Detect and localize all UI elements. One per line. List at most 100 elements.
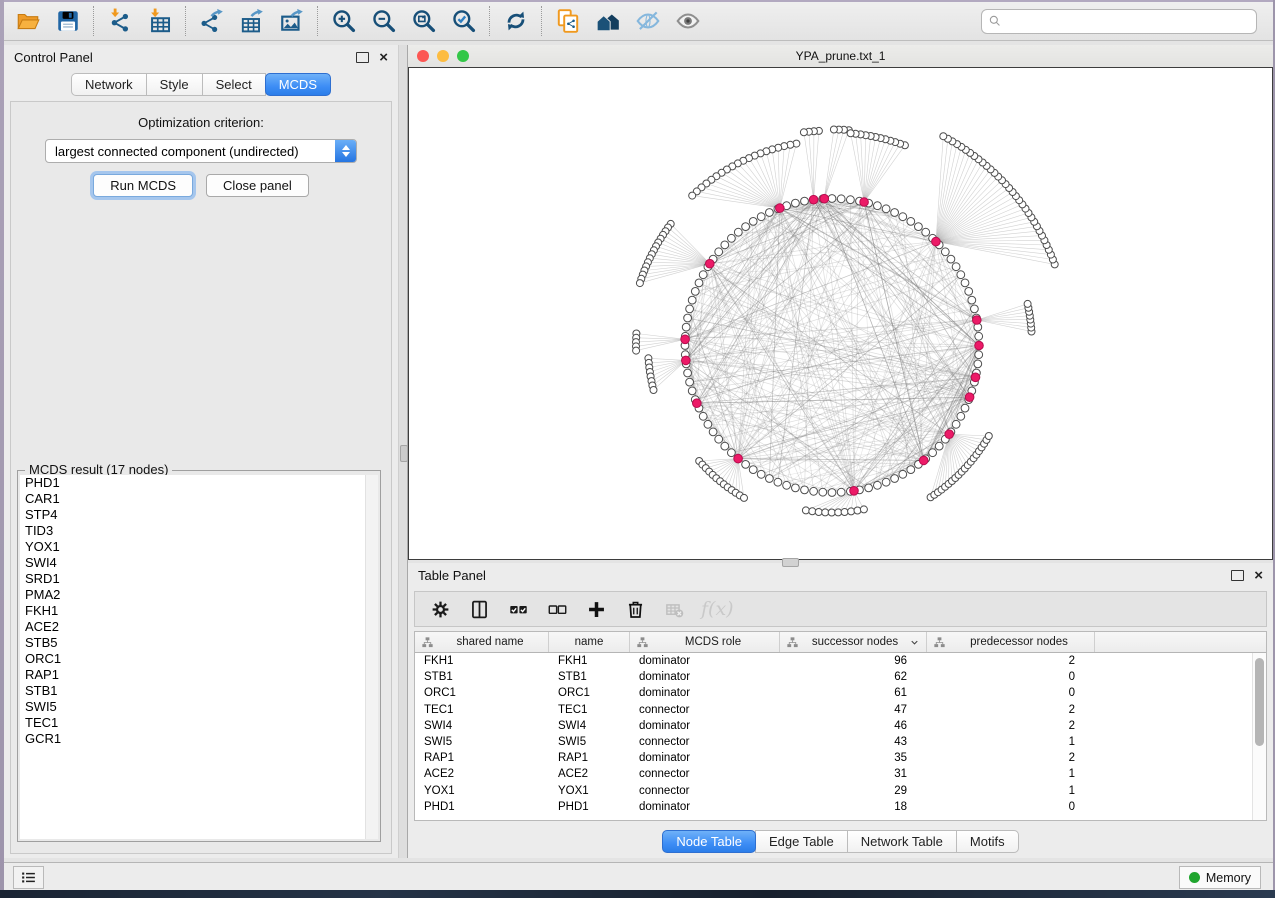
mcds-result-item[interactable]: PMA2: [20, 587, 378, 603]
network-node[interactable]: [899, 470, 907, 478]
mcds-result-item[interactable]: TEC1: [20, 715, 378, 731]
network-node[interactable]: [941, 248, 949, 256]
network-leaf-node[interactable]: [854, 507, 861, 514]
table-scrollbar[interactable]: [1252, 653, 1266, 820]
maximize-window-icon[interactable]: [457, 50, 469, 62]
close-panel-button[interactable]: Close panel: [206, 174, 309, 197]
mcds-result-item[interactable]: TID3: [20, 523, 378, 539]
network-node[interactable]: [682, 323, 690, 331]
network-leaf-node[interactable]: [741, 494, 748, 501]
network-node[interactable]: [728, 234, 736, 242]
network-window-titlebar[interactable]: YPA_prune.txt_1: [408, 45, 1273, 67]
tab-node-table[interactable]: Node Table: [662, 830, 756, 853]
network-node[interactable]: [922, 228, 930, 236]
network-node[interactable]: [742, 461, 750, 469]
table-row[interactable]: SWI4SWI4dominator462: [415, 718, 1266, 734]
mcds-result-item[interactable]: PHD1: [20, 475, 378, 491]
network-node[interactable]: [792, 484, 800, 492]
mcds-result-item[interactable]: SWI5: [20, 699, 378, 715]
run-mcds-button[interactable]: Run MCDS: [93, 174, 193, 197]
network-node[interactable]: [915, 223, 923, 231]
mcds-result-item[interactable]: SWI4: [20, 555, 378, 571]
network-node[interactable]: [801, 486, 809, 494]
network-node[interactable]: [688, 387, 696, 395]
table-row[interactable]: ORC1ORC1dominator610: [415, 685, 1266, 701]
network-node[interactable]: [686, 378, 694, 386]
mcds-hub-node[interactable]: [971, 373, 980, 382]
mcds-result-list[interactable]: PHD1CAR1STP4TID3YOX1SWI4SRD1PMA2FKH1ACE2…: [20, 475, 378, 839]
network-leaf-node[interactable]: [847, 130, 854, 137]
mcds-result-item[interactable]: RAP1: [20, 667, 378, 683]
network-node[interactable]: [734, 228, 742, 236]
memory-button[interactable]: Memory: [1179, 866, 1261, 889]
mcds-result-item[interactable]: CAR1: [20, 491, 378, 507]
network-leaf-node[interactable]: [841, 509, 848, 516]
mcds-hub-node[interactable]: [850, 487, 859, 496]
network-leaf-node[interactable]: [860, 506, 867, 513]
network-node[interactable]: [691, 288, 699, 296]
table-row[interactable]: PHD1PHD1dominator180: [415, 799, 1266, 815]
network-leaf-node[interactable]: [822, 509, 829, 516]
network-node[interactable]: [891, 209, 899, 217]
network-node[interactable]: [882, 205, 890, 213]
network-node[interactable]: [810, 487, 818, 495]
network-node[interactable]: [728, 449, 736, 457]
network-node[interactable]: [975, 351, 983, 359]
network-node[interactable]: [974, 360, 982, 368]
save-session-button[interactable]: [50, 5, 86, 38]
tab-edge-table[interactable]: Edge Table: [755, 830, 848, 853]
mcds-hub-node[interactable]: [965, 393, 974, 402]
optimization-criterion-select[interactable]: largest connected component (undirected): [45, 139, 357, 163]
zoom-in-button[interactable]: [326, 5, 362, 38]
table-row[interactable]: SWI5SWI5connector431: [415, 734, 1266, 750]
search-box[interactable]: [981, 9, 1257, 34]
mcds-list-scrollbar[interactable]: [365, 475, 378, 839]
apply-preferred-layout-button[interactable]: [498, 5, 534, 38]
network-node[interactable]: [783, 481, 791, 489]
network-leaf-node[interactable]: [636, 280, 643, 287]
mcds-result-item[interactable]: ORC1: [20, 651, 378, 667]
network-node[interactable]: [874, 481, 882, 489]
export-network-button[interactable]: [194, 5, 230, 38]
network-leaf-node[interactable]: [809, 508, 816, 515]
zoom-out-button[interactable]: [366, 5, 402, 38]
table-close-panel-icon[interactable]: ×: [1254, 568, 1263, 583]
column-header-name[interactable]: name: [549, 632, 630, 652]
zoom-selected-button[interactable]: [446, 5, 482, 38]
mcds-hub-node[interactable]: [734, 454, 743, 463]
network-leaf-node[interactable]: [828, 509, 835, 516]
network-node[interactable]: [699, 271, 707, 279]
network-leaf-node[interactable]: [985, 433, 992, 440]
mcds-hub-node[interactable]: [681, 335, 690, 344]
network-node[interactable]: [715, 248, 723, 256]
minimize-window-icon[interactable]: [437, 50, 449, 62]
network-node[interactable]: [935, 442, 943, 450]
network-node[interactable]: [837, 488, 845, 496]
network-node[interactable]: [837, 195, 845, 203]
import-network-button[interactable]: [102, 5, 138, 38]
network-node[interactable]: [715, 435, 723, 443]
network-node[interactable]: [801, 197, 809, 205]
network-node[interactable]: [709, 428, 717, 436]
network-node[interactable]: [749, 466, 757, 474]
network-node[interactable]: [961, 404, 969, 412]
network-node[interactable]: [865, 484, 873, 492]
close-window-icon[interactable]: [417, 50, 429, 62]
mcds-result-item[interactable]: FKH1: [20, 603, 378, 619]
table-scrollbar-thumb[interactable]: [1255, 658, 1264, 746]
network-node[interactable]: [907, 466, 915, 474]
clear-all-checkboxes-button[interactable]: [545, 597, 569, 621]
network-leaf-node[interactable]: [1024, 300, 1031, 307]
first-neighbors-button[interactable]: [590, 5, 626, 38]
table-row[interactable]: STB1STB1dominator620: [415, 669, 1266, 685]
search-input[interactable]: [1007, 13, 1250, 29]
table-row[interactable]: RAP1RAP1dominator352: [415, 750, 1266, 766]
vertical-splitter[interactable]: [399, 45, 408, 858]
mcds-hub-node[interactable]: [809, 195, 818, 204]
tab-mcds[interactable]: MCDS: [265, 73, 331, 96]
network-node[interactable]: [899, 213, 907, 221]
select-all-checkboxes-button[interactable]: [506, 597, 530, 621]
vertical-splitter-handle[interactable]: [400, 445, 408, 462]
network-node[interactable]: [704, 420, 712, 428]
network-node[interactable]: [882, 478, 890, 486]
